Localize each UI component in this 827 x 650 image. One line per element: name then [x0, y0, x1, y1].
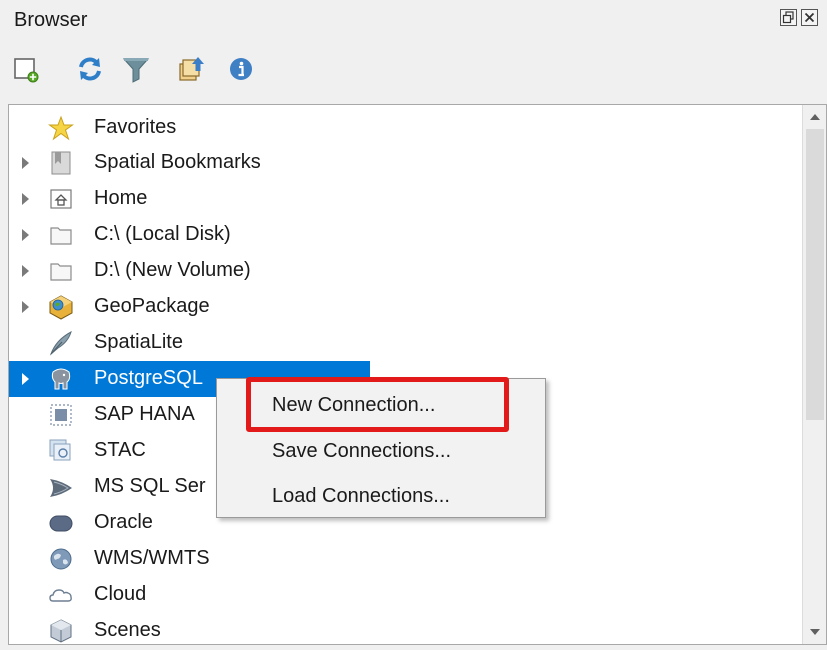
cloud-icon — [48, 582, 74, 608]
panel-title: Browser — [14, 9, 88, 31]
expand-arrow-icon[interactable] — [22, 373, 29, 385]
tree-item-spatial-bookmarks[interactable]: Spatial Bookmarks — [9, 145, 809, 181]
browser-tree[interactable]: Favorites Spatial Bookmarks Home C:\ (Lo… — [8, 104, 827, 645]
tree-item-label: STAC — [94, 439, 146, 461]
sap-hana-icon — [48, 402, 74, 428]
close-panel-icon[interactable] — [801, 9, 818, 26]
panel-titlebar: Browser — [0, 0, 827, 42]
expand-arrow-icon[interactable] — [22, 193, 29, 205]
tree-item-d-drive[interactable]: D:\ (New Volume) — [9, 253, 809, 289]
scroll-down-arrow-icon[interactable] — [803, 620, 826, 644]
tree-item-label: D:\ (New Volume) — [94, 259, 251, 281]
expand-arrow-icon[interactable] — [22, 301, 29, 313]
tree-item-scenes[interactable]: Scenes — [9, 613, 809, 644]
tree-item-c-drive[interactable]: C:\ (Local Disk) — [9, 217, 809, 253]
browser-toolbar — [0, 44, 827, 104]
menu-item-new-connection[interactable]: New Connection... — [272, 394, 435, 417]
tree-item-label: SAP HANA — [94, 403, 195, 425]
menu-item-save-connections[interactable]: Save Connections... — [272, 440, 451, 463]
collapse-all-icon[interactable] — [176, 54, 206, 84]
scroll-thumb[interactable] — [806, 129, 824, 420]
tree-item-label: Scenes — [94, 619, 161, 641]
expand-arrow-icon[interactable] — [22, 157, 29, 169]
oracle-icon — [48, 510, 74, 536]
tree-item-favorites[interactable]: Favorites — [9, 110, 809, 146]
folder-icon — [48, 222, 74, 248]
tree-item-home[interactable]: Home — [9, 181, 809, 217]
tree-item-label: Favorites — [94, 116, 177, 138]
postgresql-elephant-icon — [48, 366, 74, 392]
tree-item-label: WMS/WMTS — [94, 547, 210, 569]
tree-item-label: PostgreSQL — [94, 367, 203, 389]
star-icon — [48, 115, 74, 141]
add-selected-layers-icon[interactable] — [12, 54, 42, 84]
tree-item-label: Spatial Bookmarks — [94, 151, 261, 173]
menu-item-load-connections[interactable]: Load Connections... — [272, 485, 450, 508]
mssql-icon — [48, 474, 74, 500]
scenes-cube-icon — [48, 618, 74, 644]
bookmark-icon — [48, 150, 74, 176]
geopackage-icon — [48, 294, 74, 320]
tree-item-label: SpatiaLite — [94, 331, 183, 353]
tree-item-geopackage[interactable]: GeoPackage — [9, 289, 809, 325]
tree-item-label: Home — [94, 187, 148, 209]
float-panel-icon[interactable] — [780, 9, 797, 26]
properties-info-icon[interactable] — [226, 54, 256, 84]
globe-icon — [48, 546, 74, 572]
tree-item-spatialite[interactable]: SpatiaLite — [9, 325, 809, 361]
tree-item-label: Oracle — [94, 511, 153, 533]
folder-icon — [48, 258, 74, 284]
expand-arrow-icon[interactable] — [22, 265, 29, 277]
tree-item-label: C:\ (Local Disk) — [94, 223, 231, 245]
context-menu: New Connection... Save Connections... Lo… — [216, 378, 546, 518]
expand-arrow-icon[interactable] — [22, 229, 29, 241]
tree-item-cloud[interactable]: Cloud — [9, 577, 809, 613]
tree-item-label: MS SQL Ser — [94, 475, 206, 497]
spatialite-feather-icon — [48, 330, 74, 356]
tree-item-label: Cloud — [94, 583, 147, 605]
refresh-icon[interactable] — [75, 54, 105, 84]
filter-icon[interactable] — [121, 54, 151, 84]
scroll-up-arrow-icon[interactable] — [803, 105, 826, 129]
tree-item-wms-wmts[interactable]: WMS/WMTS — [9, 541, 809, 577]
tree-item-label: GeoPackage — [94, 295, 210, 317]
stac-icon — [48, 438, 74, 464]
tree-scrollbar[interactable] — [802, 105, 826, 644]
home-folder-icon — [48, 186, 74, 212]
